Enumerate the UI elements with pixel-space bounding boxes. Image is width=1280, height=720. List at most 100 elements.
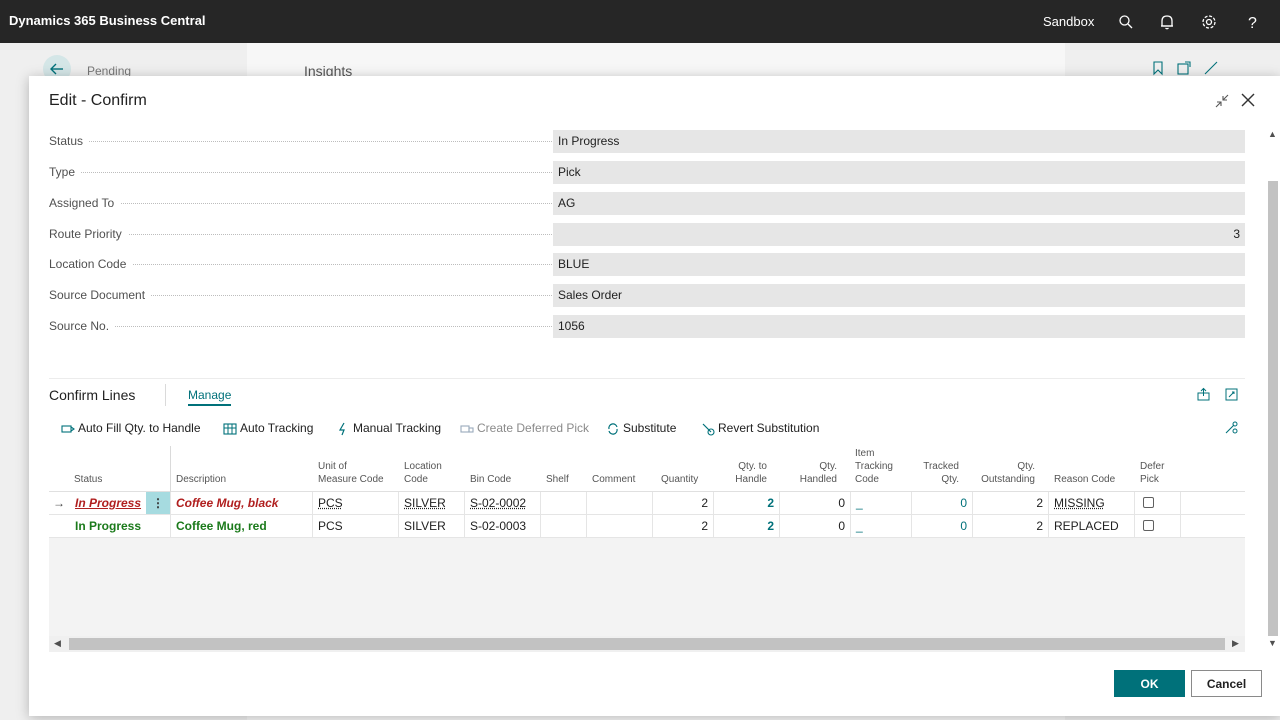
col-status[interactable]: Status	[74, 473, 102, 486]
col-quantity[interactable]: Quantity	[661, 473, 698, 486]
expand-lines-icon[interactable]	[1224, 387, 1239, 402]
app-title[interactable]: Dynamics 365 Business Central	[9, 13, 206, 28]
cell-comment[interactable]	[587, 492, 653, 514]
scroll-right-icon[interactable]: ▶	[1232, 638, 1239, 649]
cancel-button[interactable]: Cancel	[1191, 670, 1262, 697]
revert-substitution-action[interactable]: Revert Substitution	[701, 420, 819, 438]
confirm-lines-grid: Status Description Unit of Measure Code L…	[49, 446, 1245, 652]
scroll-up-icon[interactable]: ▲	[1268, 129, 1277, 139]
row-actions-menu-button[interactable]: ⋮	[146, 492, 170, 514]
location-code-value: BLUE	[553, 253, 1245, 276]
auto-fill-qty-action[interactable]: Auto Fill Qty. to Handle	[61, 420, 201, 438]
cell-item-tracking-code[interactable]: _	[851, 515, 912, 537]
col-qty-outstanding[interactable]: Qty. Outstanding	[977, 460, 1035, 486]
cell-quantity: 2	[653, 492, 714, 514]
share-icon[interactable]	[1196, 387, 1211, 402]
cell-bin-code[interactable]: S-02-0002	[465, 492, 541, 514]
cell-bin-code[interactable]: S-02-0003	[465, 515, 541, 537]
cell-reason-code[interactable]: MISSING	[1049, 492, 1135, 514]
vertical-scroll-thumb[interactable]	[1268, 181, 1278, 636]
cell-qty-handled: 0	[780, 492, 851, 514]
collapse-dialog-icon[interactable]	[1214, 93, 1230, 109]
auto-tracking-action[interactable]: Auto Tracking	[223, 420, 313, 438]
col-qty-to-handle[interactable]: Qty. to Handle	[733, 460, 767, 486]
assigned-to-value: AG	[553, 192, 1245, 215]
col-qty-handled[interactable]: Qty. Handled	[797, 460, 837, 486]
cell-tracked-qty[interactable]: 0	[912, 515, 973, 537]
cell-status[interactable]: In Progress	[70, 492, 146, 514]
deferred-pick-icon	[460, 425, 474, 433]
route-priority-label: Route Priority	[49, 223, 554, 245]
table-row[interactable]: In Progress Coffee Mug, red PCS SILVER S…	[49, 515, 1245, 538]
col-location-code[interactable]: Location Code	[404, 460, 442, 486]
defer-pick-checkbox[interactable]	[1143, 520, 1154, 531]
manual-tracking-action[interactable]: Manual Tracking	[336, 420, 441, 438]
cell-qty-to-handle[interactable]: 2	[714, 515, 780, 537]
scroll-left-icon[interactable]: ◀	[54, 638, 61, 649]
col-shelf[interactable]: Shelf	[546, 473, 569, 486]
horizontal-scrollbar[interactable]: ◀ ▶	[49, 636, 1245, 652]
cell-location[interactable]: SILVER	[399, 492, 465, 514]
svg-text:?: ?	[1248, 15, 1257, 31]
current-row-arrow-icon: →	[53, 496, 65, 510]
lines-separator	[165, 384, 166, 406]
col-tracked-qty[interactable]: Tracked Qty.	[919, 460, 959, 486]
open-new-window-icon[interactable]	[1176, 60, 1192, 76]
col-description[interactable]: Description	[176, 473, 226, 486]
cell-defer-pick	[1135, 515, 1181, 537]
table-row[interactable]: → In Progress ⋮ Coffee Mug, black PCS SI…	[49, 492, 1245, 515]
cell-status[interactable]: In Progress	[70, 515, 146, 537]
source-document-value: Sales Order	[553, 284, 1245, 307]
vertical-scrollbar[interactable]: ▲ ▼	[1266, 126, 1280, 648]
bookmark-icon[interactable]	[1150, 60, 1166, 76]
edit-confirm-dialog: Edit - Confirm Status In Progress Type P…	[29, 76, 1280, 716]
environment-name: Sandbox	[1043, 14, 1095, 29]
cell-item-tracking-code[interactable]: _	[851, 492, 912, 514]
close-dialog-icon[interactable]	[1240, 92, 1256, 108]
cell-shelf[interactable]	[541, 515, 587, 537]
cell-shelf[interactable]	[541, 492, 587, 514]
cell-defer-pick	[1135, 492, 1181, 514]
assigned-to-label: Assigned To	[49, 192, 554, 214]
scroll-down-icon[interactable]: ▼	[1268, 638, 1277, 648]
personalize-icon[interactable]	[1224, 420, 1239, 435]
top-navigation-bar: Dynamics 365 Business Central Sandbox ?	[0, 0, 1280, 43]
cell-reason-code[interactable]: REPLACED	[1049, 515, 1135, 537]
cell-tracked-qty[interactable]: 0	[912, 492, 973, 514]
search-icon[interactable]	[1117, 13, 1135, 31]
col-comment[interactable]: Comment	[592, 473, 635, 486]
source-no-value: 1056	[553, 315, 1245, 338]
cell-qty-to-handle[interactable]: 2	[714, 492, 780, 514]
col-unit-of-measure[interactable]: Unit of Measure Code	[318, 460, 384, 486]
cell-qty-outstanding: 2	[973, 492, 1049, 514]
tab-manage[interactable]: Manage	[188, 388, 232, 406]
col-defer-pick[interactable]: Defer Pick	[1140, 460, 1164, 486]
cell-location[interactable]: SILVER	[399, 515, 465, 537]
ok-button[interactable]: OK	[1114, 670, 1185, 697]
auto-tracking-icon	[223, 423, 237, 435]
source-no-label: Source No.	[49, 315, 554, 337]
frozen-column-divider	[170, 446, 171, 492]
create-deferred-pick-action[interactable]: Create Deferred Pick	[460, 420, 589, 438]
section-divider	[49, 378, 1245, 379]
cell-uom[interactable]: PCS	[313, 515, 399, 537]
cell-qty-handled: 0	[780, 515, 851, 537]
defer-pick-checkbox[interactable]	[1143, 497, 1154, 508]
cell-description[interactable]: Coffee Mug, red	[170, 515, 313, 537]
cell-comment[interactable]	[587, 515, 653, 537]
manual-tracking-icon	[338, 422, 345, 436]
settings-gear-icon[interactable]	[1200, 13, 1218, 31]
col-bin-code[interactable]: Bin Code	[470, 473, 511, 486]
cell-uom[interactable]: PCS	[313, 492, 399, 514]
col-item-tracking-code[interactable]: Item Tracking Code	[855, 447, 893, 486]
notifications-bell-icon[interactable]	[1158, 13, 1176, 31]
collapse-icon[interactable]	[1203, 60, 1219, 76]
status-value: In Progress	[553, 130, 1245, 153]
horizontal-scroll-thumb[interactable]	[69, 638, 1225, 650]
col-reason-code[interactable]: Reason Code	[1054, 473, 1115, 486]
substitute-action[interactable]: Substitute	[606, 420, 676, 438]
type-label: Type	[49, 161, 554, 183]
grid-header: Status Description Unit of Measure Code L…	[49, 446, 1245, 492]
cell-description[interactable]: Coffee Mug, black	[170, 492, 313, 514]
help-icon[interactable]: ?	[1244, 13, 1262, 31]
